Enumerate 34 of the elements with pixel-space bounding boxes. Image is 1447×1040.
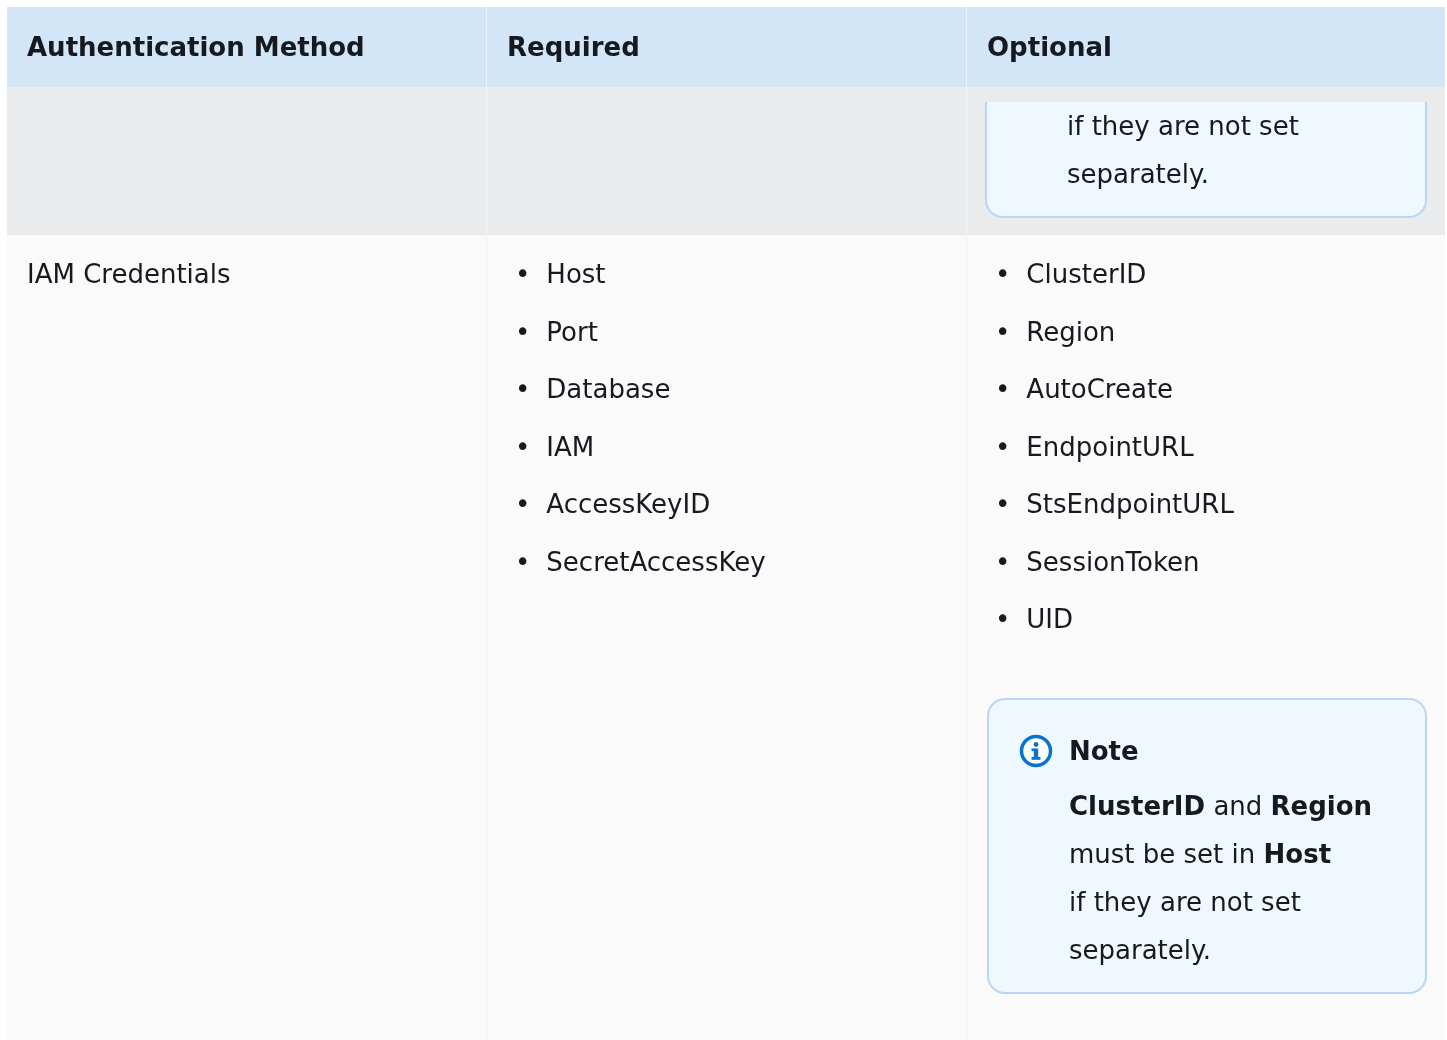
- info-icon: [1019, 733, 1053, 768]
- bullet: •: [515, 488, 531, 521]
- list-item: StsEndpointURL: [1026, 488, 1234, 521]
- list-item: UID: [1026, 603, 1074, 636]
- bullet: •: [515, 430, 531, 464]
- note-text: if they are not set separately.: [1067, 110, 1300, 191]
- bullet: •: [515, 373, 531, 406]
- bullet: •: [995, 315, 1011, 349]
- list-item: ClusterID: [1026, 258, 1147, 291]
- bullet: •: [515, 315, 531, 349]
- column-header: Optional: [966, 7, 1445, 87]
- column-header: Authentication Method: [7, 7, 486, 87]
- bullet: •: [995, 258, 1011, 291]
- list-item: AutoCreate: [1026, 373, 1174, 406]
- list-item: Database: [546, 373, 671, 406]
- list-item: Host: [546, 258, 606, 291]
- bullet: •: [995, 603, 1011, 636]
- list-item: EndpointURL: [1026, 430, 1194, 464]
- bullet: •: [995, 488, 1011, 521]
- bullet: •: [995, 373, 1011, 406]
- bullet: •: [995, 545, 1011, 579]
- method-name: IAM Credentials: [27, 258, 232, 291]
- list-item: SessionToken: [1026, 545, 1200, 579]
- note-title: Note: [1069, 735, 1139, 766]
- bullet: •: [995, 430, 1011, 464]
- bullet: •: [515, 545, 531, 579]
- column-header: Required: [486, 7, 966, 87]
- list-item: SecretAccessKey: [546, 545, 766, 579]
- list-item: IAM: [546, 430, 595, 464]
- list-item: AccessKeyID: [546, 488, 711, 521]
- note-text: ClusterID and Region must be set in Host if they are not set separately.: [1068, 789, 1374, 967]
- list-item: Region: [1026, 315, 1116, 349]
- list-item: Port: [546, 315, 598, 349]
- bullet: •: [515, 258, 531, 291]
